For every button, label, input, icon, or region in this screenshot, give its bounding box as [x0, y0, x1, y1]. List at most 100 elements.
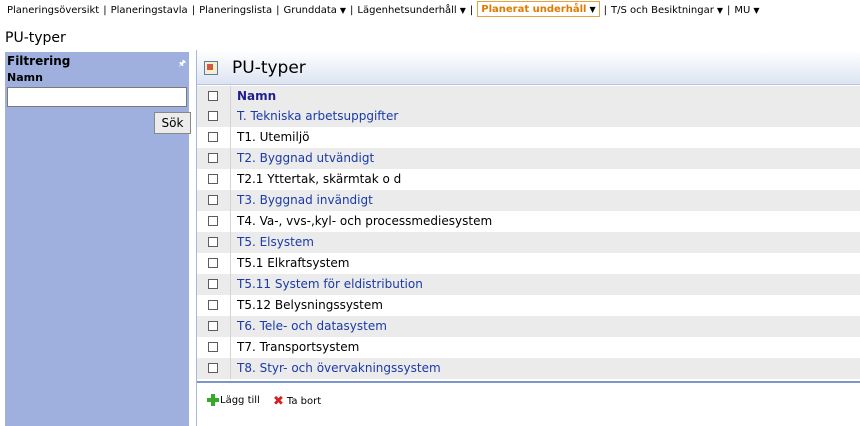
row-checkbox[interactable]	[208, 258, 218, 268]
top-navigation: Planeringsöversikt | Planeringstavla | Plane…	[0, 0, 860, 24]
table-row[interactable]: T5.11 System för eldistribution	[197, 274, 860, 295]
row-checkbox[interactable]	[208, 195, 218, 205]
nav-item-label: T/S och Besiktningar	[610, 5, 714, 16]
nav-item-2[interactable]: Planeringstavla	[111, 5, 188, 16]
row-name[interactable]: T8. Styr- och övervakningssystem	[237, 358, 441, 379]
nav-item-label: Planeringsöversikt	[7, 5, 100, 16]
row-checkbox[interactable]	[208, 174, 218, 184]
row-name[interactable]: T5.12 Belysningssystem	[237, 295, 383, 316]
column-divider	[230, 86, 231, 106]
table-row[interactable]: T5.1 Elkraftsystem	[197, 253, 860, 274]
row-checkbox[interactable]	[208, 237, 218, 247]
table-row[interactable]: T2. Byggnad utvändigt	[197, 148, 860, 169]
name-filter-label: Namn	[7, 71, 43, 84]
page-title: PU-typer	[5, 30, 66, 46]
table-row[interactable]: T6. Tele- och datasystem	[197, 316, 860, 337]
table-row[interactable]: T1. Utemiljö	[197, 127, 860, 148]
chevron-down-icon: ▼	[716, 6, 724, 15]
nav-separator: |	[350, 5, 354, 16]
nav-separator: |	[603, 5, 607, 16]
column-divider	[230, 211, 231, 232]
table-row[interactable]: T2.1 Yttertak, skärmtak o d	[197, 169, 860, 190]
nav-item-4[interactable]: Grunddata ▼	[283, 5, 346, 16]
row-checkbox[interactable]	[208, 111, 218, 121]
nav-item-label: Planeringslista	[199, 5, 273, 16]
column-divider	[230, 169, 231, 190]
nav-separator: |	[276, 5, 280, 16]
table-row[interactable]: T7. Transportsystem	[197, 337, 860, 358]
pin-icon[interactable]: 🖈	[178, 56, 186, 72]
row-name[interactable]: T2.1 Yttertak, skärmtak o d	[237, 169, 401, 190]
table-row[interactable]: T3. Byggnad invändigt	[197, 190, 860, 211]
nav-separator: |	[103, 5, 107, 16]
delete-icon: ✖	[273, 394, 284, 409]
nav-item-label: Lägenhetsunderhåll	[357, 5, 457, 16]
nav-item-label: Planerat underhåll	[481, 4, 587, 15]
column-divider	[230, 190, 231, 211]
column-divider	[230, 274, 231, 295]
nav-item-label: Grunddata	[283, 5, 337, 16]
row-name[interactable]: T4. Va-, vvs-,kyl- och processmediesyste…	[237, 211, 492, 232]
filter-title: Filtrering	[7, 54, 71, 68]
pu-types-grid: Namn T. Tekniska arbetsuppgifter T1. Utem…	[197, 86, 860, 379]
row-name[interactable]: T3. Byggnad invändigt	[237, 190, 373, 211]
nav-item-7[interactable]: T/S och Besiktningar ▼	[611, 5, 723, 16]
chevron-down-icon: ▼	[753, 6, 760, 15]
plus-icon	[207, 394, 219, 406]
row-name[interactable]: T1. Utemiljö	[237, 127, 310, 148]
column-divider	[230, 358, 231, 379]
row-checkbox[interactable]	[208, 132, 218, 142]
nav-separator: |	[469, 5, 474, 16]
panel-title: PU-typer	[232, 58, 306, 78]
add-button-label: Lägg till	[220, 395, 260, 406]
search-button[interactable]: Sök	[154, 112, 191, 134]
nav-item-5[interactable]: Lägenhetsunderhåll ▼	[357, 5, 465, 16]
column-header-name[interactable]: Namn	[237, 86, 276, 106]
row-checkbox[interactable]	[208, 279, 218, 289]
row-checkbox[interactable]	[208, 363, 218, 373]
column-divider	[230, 337, 231, 358]
nav-item-label: Planeringstavla	[110, 5, 188, 16]
table-row[interactable]: T5. Elsystem	[197, 232, 860, 253]
select-all-checkbox[interactable]	[208, 91, 218, 101]
row-checkbox[interactable]	[208, 153, 218, 163]
panel-header: PU-typer	[197, 50, 860, 85]
nav-item-1[interactable]: Planeringsöversikt	[7, 5, 99, 16]
column-divider	[230, 148, 231, 169]
delete-button[interactable]: ✖ Ta bort	[273, 394, 321, 409]
column-divider	[230, 316, 231, 337]
table-row[interactable]: T8. Styr- och övervakningssystem	[197, 358, 860, 379]
table-row[interactable]: T4. Va-, vvs-,kyl- och processmediesyste…	[197, 211, 860, 232]
row-name[interactable]: T5.1 Elkraftsystem	[237, 253, 349, 274]
add-button[interactable]: Lägg till	[207, 394, 260, 406]
row-checkbox[interactable]	[208, 300, 218, 310]
row-name[interactable]: T. Tekniska arbetsuppgifter	[237, 106, 398, 127]
name-filter-input[interactable]	[7, 87, 187, 107]
grid-header-row: Namn	[197, 86, 860, 106]
row-name[interactable]: T7. Transportsystem	[237, 337, 359, 358]
nav-item-3[interactable]: Planeringslista	[199, 5, 272, 16]
row-name[interactable]: T5. Elsystem	[237, 232, 314, 253]
panel-footer: Lägg till ✖ Ta bort	[197, 381, 860, 419]
nav-item-8[interactable]: MU ▼	[734, 5, 759, 16]
nav-item-label: MU	[734, 5, 751, 16]
row-checkbox[interactable]	[208, 216, 218, 226]
table-row[interactable]: T. Tekniska arbetsuppgifter	[197, 106, 860, 127]
list-icon	[204, 61, 218, 75]
column-divider	[230, 253, 231, 274]
column-divider	[230, 127, 231, 148]
row-checkbox[interactable]	[208, 342, 218, 352]
row-name[interactable]: T6. Tele- och datasystem	[237, 316, 387, 337]
row-checkbox[interactable]	[208, 321, 218, 331]
chevron-down-icon: ▼	[589, 5, 596, 14]
pu-types-panel: PU-typer Namn T. Tekniska arbetsuppgifte…	[196, 50, 860, 426]
table-row[interactable]: T5.12 Belysningssystem	[197, 295, 860, 316]
filter-sidebar: Filtrering 🖈 Namn Sök	[5, 52, 191, 426]
row-name[interactable]: T2. Byggnad utvändigt	[237, 148, 374, 169]
row-name[interactable]: T5.11 System för eldistribution	[237, 274, 423, 295]
nav-separator: |	[727, 5, 731, 16]
chevron-down-icon: ▼	[339, 6, 347, 15]
column-divider	[230, 295, 231, 316]
chevron-down-icon: ▼	[459, 6, 466, 15]
nav-item-6[interactable]: Planerat underhåll ▼	[477, 1, 600, 17]
